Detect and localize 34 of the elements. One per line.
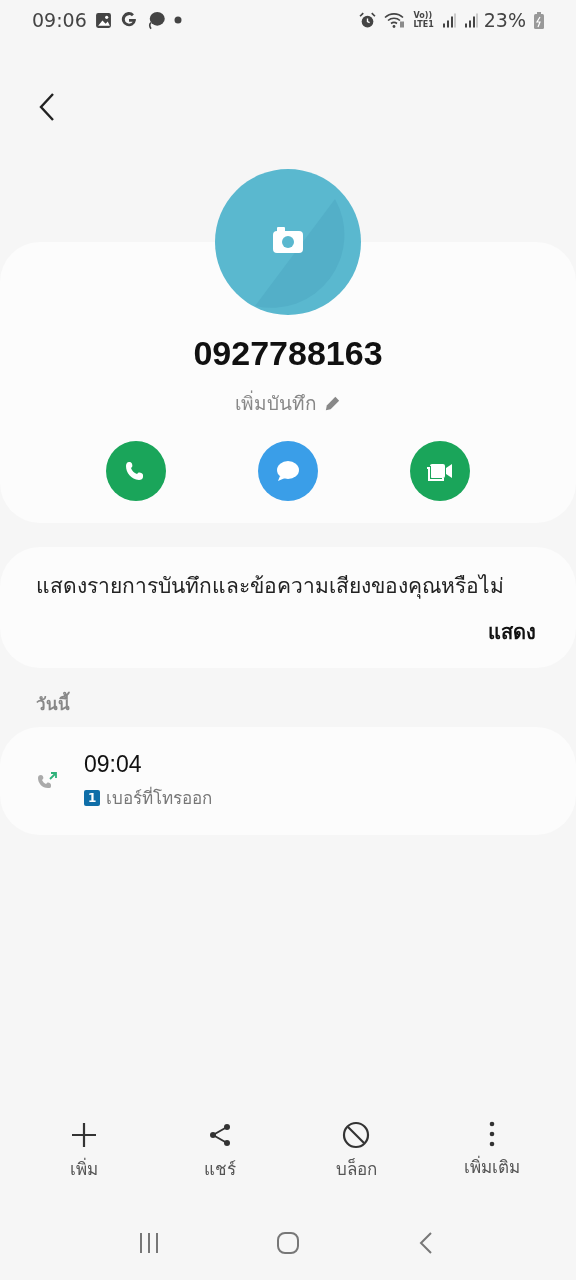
signal-icon [441, 11, 456, 29]
block-icon [342, 1121, 370, 1149]
network-label: LTE1 [413, 20, 434, 29]
alarm-icon [358, 11, 376, 29]
dot-icon [173, 16, 182, 24]
call-button[interactable] [106, 441, 166, 501]
add-note-button[interactable]: เพิ่มบันทึก [228, 387, 348, 419]
more-icon [489, 1121, 495, 1147]
sim-badge: 1 [84, 789, 101, 806]
message-button[interactable] [258, 441, 318, 501]
show-button[interactable]: แสดง [488, 616, 536, 648]
add-button[interactable]: เพิ่ม [24, 1121, 144, 1182]
call-time: 09:04 [84, 751, 143, 778]
call-type: เบอร์ที่โทรออก [106, 785, 213, 810]
image-icon [94, 11, 112, 29]
wifi-icon [383, 11, 406, 29]
signal-icon [463, 11, 478, 29]
call-direction-icon [36, 771, 58, 791]
block-button[interactable]: บล็อก [296, 1121, 416, 1182]
home-icon [276, 1230, 300, 1255]
phone-number: 0927788163 [193, 334, 383, 373]
call-log-item[interactable]: 09:04 1 เบอร์ที่โทรออก [0, 727, 576, 835]
more-button[interactable]: เพิ่มเติม [432, 1121, 552, 1182]
battery-percent: 23% [483, 9, 526, 31]
video-call-button[interactable] [410, 441, 470, 501]
add-icon [70, 1121, 98, 1149]
battery-icon [534, 11, 544, 29]
prompt-text: แสดงรายการบันทึกและข้อความเสียงของคุณหรือไม่ [36, 573, 505, 601]
volte-label: Vo)) [413, 11, 433, 20]
share-button[interactable]: แชร์ [160, 1121, 280, 1182]
google-icon [119, 11, 138, 29]
clock: 09:06 [32, 9, 87, 31]
section-header: วันนี้ [36, 690, 576, 717]
back-icon [38, 92, 56, 122]
